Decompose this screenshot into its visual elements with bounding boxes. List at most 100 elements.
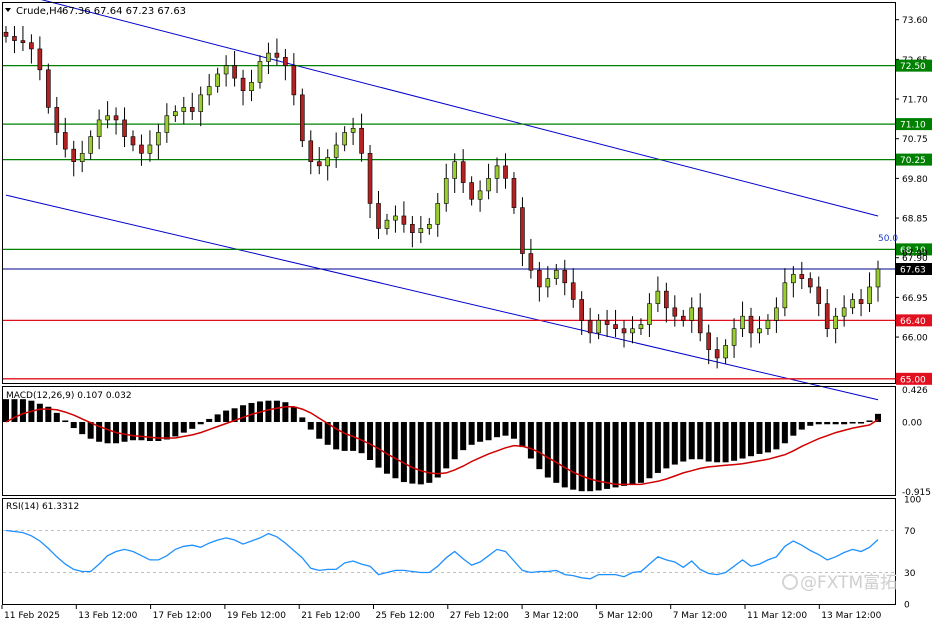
level-price-label: 65.00 (900, 375, 926, 385)
macd-bar (273, 400, 280, 422)
macd-bar (714, 421, 721, 463)
macd-bar (434, 421, 441, 478)
candle-body (333, 144, 339, 158)
candle-body (189, 107, 195, 112)
symbol-label: Crude,H4 (16, 6, 63, 17)
macd-bar (536, 421, 543, 470)
macd-bar (197, 421, 204, 425)
macd-bar (53, 412, 60, 422)
ohlc-readout: 67.36 67.64 67.23 67.63 (62, 6, 186, 17)
chart-window[interactable]: 73.6072.6571.7070.7569.8068.8567.9066.95… (0, 0, 936, 624)
candle-body (562, 269, 568, 284)
time-tick-label: 11 Feb 2025 (4, 611, 60, 621)
candle-body (96, 119, 102, 137)
candle-body (20, 40, 26, 43)
rsi-tick-label: 100 (904, 496, 921, 506)
macd-bar (316, 421, 323, 439)
candle-body (791, 274, 796, 284)
candle-body (782, 282, 788, 309)
candle-body (173, 111, 178, 117)
candle-body (350, 127, 356, 133)
watermark-logo-icon (782, 574, 798, 590)
candle-body (376, 203, 381, 229)
candle-body (841, 307, 847, 317)
macd-bar (519, 421, 526, 448)
macd-bar (290, 406, 297, 422)
macd-bar (637, 421, 644, 483)
candle-body (435, 203, 441, 225)
labels-layer: Crude,H4 67.36 67.64 67.23 67.63 MACD(12… (5, 6, 928, 593)
price-tick-label: 68.85 (902, 215, 928, 225)
macd-bar (214, 414, 221, 422)
fib-level-label: 50.0 (878, 234, 898, 244)
price-pane-frame (2, 2, 896, 384)
candle-body (427, 224, 432, 229)
macd-bar (392, 421, 399, 479)
chart-svg[interactable]: 73.6072.6571.7070.7569.8068.8567.9066.95… (0, 0, 936, 624)
rsi-pane-frame (2, 498, 896, 605)
candle-body (164, 115, 170, 133)
macd-bar (764, 421, 771, 453)
macd-bar (62, 420, 69, 422)
macd-bar (722, 421, 729, 463)
candle-body (88, 136, 93, 154)
macd-bar (400, 421, 407, 483)
time-tick-label: 11 Mar 12:00 (747, 611, 807, 621)
candle-body (748, 315, 754, 334)
candle-body (714, 349, 720, 359)
candle-body (181, 107, 187, 112)
macd-bar (87, 421, 94, 439)
macd-bar (824, 421, 831, 425)
candle-body (215, 73, 220, 87)
dropdown-triangle-icon[interactable] (5, 8, 11, 12)
level-price-label: 66.40 (900, 317, 926, 327)
rsi-tick-label: 0 (904, 601, 910, 611)
macd-bar (358, 421, 365, 454)
macd-bar (739, 421, 746, 459)
macd-bar (544, 421, 551, 478)
candle-body (54, 107, 60, 133)
macd-bar (79, 421, 86, 435)
macd-tick-label: 0.426 (902, 386, 928, 396)
macd-bar (570, 421, 577, 490)
macd-bar (705, 421, 712, 462)
candle-body (130, 136, 136, 146)
macd-bar (223, 410, 230, 422)
candle-body (689, 307, 695, 321)
candle-body (139, 144, 144, 154)
macd-bar (604, 421, 611, 489)
macd-signal-line (5, 406, 879, 486)
macd-bar (70, 421, 77, 429)
macd-bar (3, 399, 9, 422)
candle-body (655, 290, 661, 304)
macd-bar (485, 421, 492, 441)
time-tick-label: 7 Mar 12:00 (673, 611, 728, 621)
candle-body (300, 94, 305, 142)
macd-bar (443, 421, 450, 469)
candle-body (723, 345, 728, 359)
candle-body (384, 219, 390, 229)
macd-bar (781, 421, 788, 444)
macd-bar (265, 400, 272, 422)
macd-bar (527, 421, 534, 459)
macd-bar (553, 421, 560, 483)
macd-bar (409, 421, 416, 484)
time-tick-label: 5 Mar 12:00 (598, 611, 653, 621)
candle-body (807, 278, 813, 288)
candle-body (765, 320, 771, 330)
frame-layer (2, 2, 896, 605)
macd-bar (561, 421, 568, 488)
time-tick-label: 13 Feb 12:00 (78, 611, 137, 621)
rsi-title: RSI(14) 61.3312 (6, 502, 79, 512)
current-price-label: 67.63 (900, 266, 926, 276)
candle-body (249, 82, 254, 91)
candle-body (266, 52, 271, 62)
macd-bar (180, 421, 187, 433)
macd-bar (858, 421, 865, 424)
macd-bar (748, 421, 755, 457)
macd-bar (129, 421, 136, 441)
macd-bar (807, 421, 814, 426)
candle-body (596, 320, 601, 334)
macd-bar (815, 421, 822, 425)
candle-body (494, 165, 500, 179)
